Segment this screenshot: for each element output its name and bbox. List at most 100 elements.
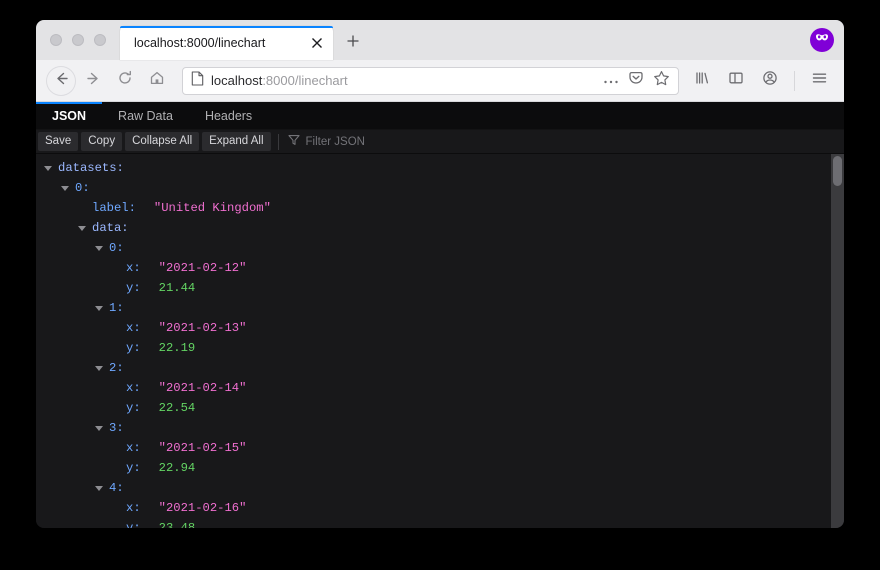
expand-all-button[interactable]: Expand All — [202, 132, 270, 151]
json-viewer-toolbar: Save Copy Collapse All Expand All Filter… — [36, 130, 844, 154]
json-row[interactable]: y:23.48 — [36, 518, 844, 528]
json-viewer-tabs: JSON Raw Data Headers — [36, 102, 844, 130]
json-row[interactable]: 4: — [36, 478, 844, 498]
json-key: 4: — [109, 478, 124, 498]
json-key: x: — [126, 438, 141, 458]
json-row[interactable]: y: 22.19 — [36, 338, 844, 358]
account-icon — [762, 70, 778, 91]
json-row[interactable]: 0: — [36, 238, 844, 258]
json-row[interactable]: 0: — [36, 178, 844, 198]
tab-json[interactable]: JSON — [36, 102, 102, 129]
json-row[interactable]: y: 22.54 — [36, 398, 844, 418]
home-button[interactable] — [142, 66, 172, 96]
tab-title: localhost:8000/linechart — [134, 36, 307, 50]
json-row[interactable]: y:22.94 — [36, 458, 844, 478]
json-key: 0: — [109, 238, 124, 258]
private-browsing-indicator[interactable] — [810, 28, 834, 52]
back-arrow-icon — [53, 70, 70, 92]
copy-button[interactable]: Copy — [81, 132, 122, 151]
maximize-window-button[interactable] — [94, 34, 106, 46]
expand-collapse-triangle-icon[interactable] — [95, 424, 104, 433]
json-key: x: — [126, 318, 141, 338]
reload-button[interactable] — [110, 66, 140, 96]
sidebar-icon — [728, 70, 744, 91]
filter-json-placeholder: Filter JSON — [306, 136, 365, 148]
toolbar-actions — [687, 66, 834, 96]
save-button[interactable]: Save — [38, 132, 78, 151]
address-bar[interactable]: localhost:8000/linechart — [182, 67, 679, 95]
expand-collapse-triangle-icon[interactable] — [95, 364, 104, 373]
json-row[interactable]: x:"2021-02-14" — [36, 378, 844, 398]
navigation-toolbar: localhost:8000/linechart — [36, 60, 844, 102]
json-key: 3: — [109, 418, 124, 438]
scrollbar-thumb[interactable] — [833, 156, 842, 186]
pocket-icon[interactable] — [628, 70, 644, 91]
json-value: "2021-02-16" — [159, 498, 247, 518]
json-value: "United Kingdom" — [154, 198, 271, 218]
json-row[interactable]: datasets: — [36, 158, 844, 178]
expand-collapse-triangle-icon[interactable] — [95, 484, 104, 493]
json-value: 22.19 — [159, 338, 196, 358]
json-row[interactable]: 3: — [36, 418, 844, 438]
tab-headers[interactable]: Headers — [189, 102, 268, 129]
ellipsis-icon[interactable] — [603, 72, 619, 90]
json-key: y: — [126, 338, 141, 358]
library-icon — [694, 70, 710, 91]
expand-collapse-triangle-icon[interactable] — [78, 224, 87, 233]
close-window-button[interactable] — [50, 34, 62, 46]
json-viewer: JSON Raw Data Headers Save Copy Collapse… — [36, 102, 844, 528]
url-path: :8000/linechart — [262, 73, 347, 88]
json-row[interactable]: data: — [36, 218, 844, 238]
app-menu-button[interactable] — [804, 66, 834, 96]
vertical-scrollbar[interactable] — [831, 154, 844, 528]
new-tab-button[interactable] — [337, 26, 369, 60]
address-bar-actions — [603, 70, 670, 91]
browser-window: localhost:8000/linechart — [36, 20, 844, 528]
json-key: x: — [126, 378, 141, 398]
back-button[interactable] — [46, 66, 76, 96]
star-icon[interactable] — [653, 70, 670, 91]
forward-button[interactable] — [78, 66, 108, 96]
tab-raw-data[interactable]: Raw Data — [102, 102, 189, 129]
json-row[interactable]: x: "2021-02-13" — [36, 318, 844, 338]
plus-icon — [346, 34, 360, 53]
expand-collapse-triangle-icon[interactable] — [95, 244, 104, 253]
expand-collapse-triangle-icon[interactable] — [44, 164, 53, 173]
sidebar-button[interactable] — [721, 66, 751, 96]
json-row[interactable]: 1: — [36, 298, 844, 318]
json-key: datasets: — [58, 158, 124, 178]
json-value: "2021-02-15" — [159, 438, 247, 458]
close-icon[interactable] — [307, 33, 327, 53]
json-key: label: — [92, 198, 136, 218]
json-row[interactable]: y:21.44 — [36, 278, 844, 298]
json-row[interactable]: x: "2021-02-12" — [36, 258, 844, 278]
private-browsing-mask-icon — [814, 30, 830, 51]
json-value: "2021-02-12" — [159, 258, 247, 278]
minimize-window-button[interactable] — [72, 34, 84, 46]
library-button[interactable] — [687, 66, 717, 96]
json-value: 22.54 — [159, 398, 196, 418]
json-key: 1: — [109, 298, 124, 318]
json-row[interactable]: x: "2021-02-16" — [36, 498, 844, 518]
expand-collapse-triangle-icon[interactable] — [61, 184, 70, 193]
json-key: y: — [126, 398, 141, 418]
hamburger-menu-icon — [811, 70, 828, 91]
filter-json-input[interactable]: Filter JSON — [286, 133, 365, 151]
json-row[interactable]: label: "United Kingdom" — [36, 198, 844, 218]
json-key: x: — [126, 258, 141, 278]
json-content-area: datasets:0:label:"United Kingdom"data:0:… — [36, 154, 844, 528]
browser-tab-active[interactable]: localhost:8000/linechart — [120, 26, 333, 60]
collapse-all-button[interactable]: Collapse All — [125, 132, 199, 151]
toolbar-divider — [794, 71, 795, 91]
account-button[interactable] — [755, 66, 785, 96]
expand-collapse-triangle-icon[interactable] — [95, 304, 104, 313]
json-value: "2021-02-13" — [159, 318, 247, 338]
json-key: x: — [126, 498, 141, 518]
json-row[interactable]: 2: — [36, 358, 844, 378]
tab-strip: localhost:8000/linechart — [36, 20, 844, 60]
url-host: localhost — [211, 73, 262, 88]
filter-funnel-icon — [288, 133, 300, 151]
json-row[interactable]: x: "2021-02-15" — [36, 438, 844, 458]
json-value: 21.44 — [159, 278, 196, 298]
json-row-list: datasets:0:label:"United Kingdom"data:0:… — [36, 154, 844, 528]
